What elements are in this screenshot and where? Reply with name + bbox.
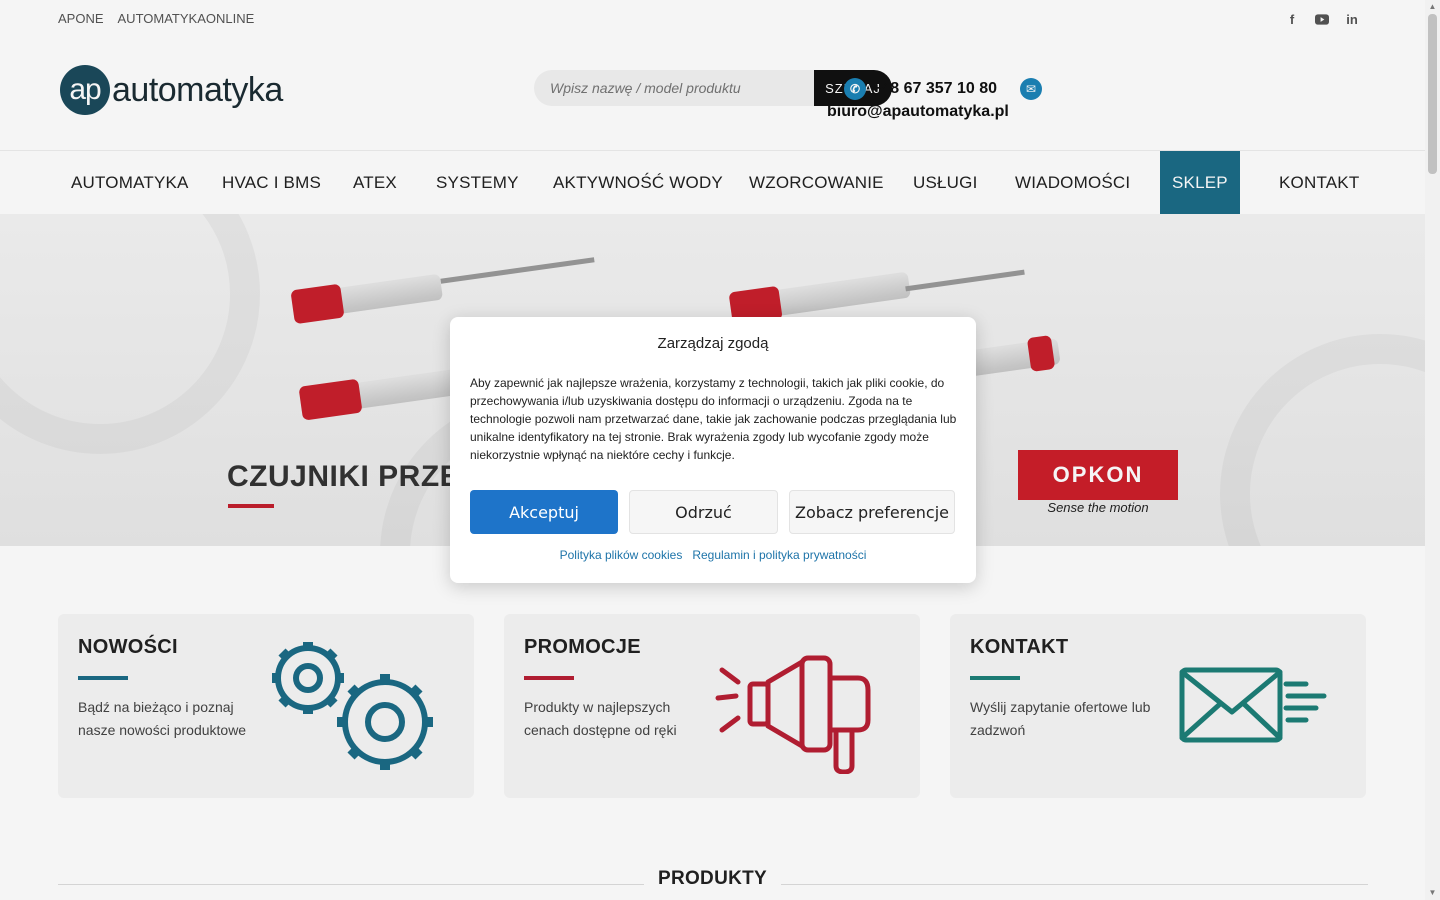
consent-title: Zarządzaj zgodą <box>657 335 769 352</box>
privacy-policy-link[interactable]: Regulamin i polityka prywatności <box>692 548 866 562</box>
preferences-button[interactable]: Zobacz preferencje <box>789 490 955 534</box>
page: APONE AUTOMATYKAONLINE f in ap automatyk… <box>0 0 1425 900</box>
scroll-down-arrow-icon[interactable]: ▼ <box>1428 888 1437 898</box>
accept-button[interactable]: Akceptuj <box>470 490 618 534</box>
cookie-consent-dialog: Zarządzaj zgodą Aby zapewnić jak najleps… <box>450 317 976 583</box>
scrollbar-thumb[interactable] <box>1428 14 1437 174</box>
page-scrollbar[interactable]: ▲ ▼ <box>1425 0 1440 900</box>
consent-links: Polityka plików cookies Regulamin i poli… <box>450 548 976 562</box>
deny-button[interactable]: Odrzuć <box>629 490 778 534</box>
cookie-policy-link[interactable]: Polityka plików cookies <box>560 548 683 562</box>
scroll-up-arrow-icon[interactable]: ▲ <box>1428 2 1437 12</box>
consent-text: Aby zapewnić jak najlepsze wrażenia, kor… <box>470 376 957 462</box>
